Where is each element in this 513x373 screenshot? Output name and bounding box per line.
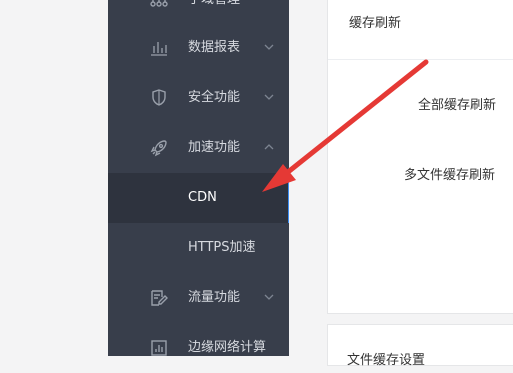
sidebar-item-label: 加速功能 bbox=[188, 140, 241, 155]
sidebar-item-edge-computing[interactable]: 边缘网络计算 bbox=[108, 323, 289, 373]
shield-icon bbox=[148, 87, 170, 109]
sidebar-item-label: 流量功能 bbox=[188, 290, 241, 305]
main-content: 缓存刷新 全部缓存刷新 多文件缓存刷新 文件缓存设置 bbox=[289, 0, 513, 368]
network-icon bbox=[148, 0, 170, 11]
multi-file-cache-refresh-label: 多文件缓存刷新 bbox=[404, 168, 496, 183]
chevron-down-icon bbox=[262, 40, 276, 54]
card-header: 缓存刷新 bbox=[328, 0, 513, 60]
sidebar-item-label: 边缘网络计算 bbox=[188, 340, 267, 355]
sidebar-subitem-https[interactable]: HTTPS加速 bbox=[108, 223, 289, 273]
sidebar-item-subdomain[interactable]: 子域管理 bbox=[108, 0, 289, 25]
chevron-down-icon bbox=[262, 90, 276, 104]
chevron-up-icon bbox=[262, 140, 276, 154]
card-title: 缓存刷新 bbox=[349, 16, 402, 31]
sidebar: 子域管理 数据报表 安全功能 加速功能 CDN HTTPS加速 bbox=[108, 0, 291, 356]
sidebar-item-traffic[interactable]: 流量功能 bbox=[108, 273, 289, 323]
sidebar-item-label: 安全功能 bbox=[188, 90, 241, 105]
sidebar-subitem-cdn[interactable]: CDN bbox=[108, 173, 291, 223]
edit-icon bbox=[148, 287, 170, 309]
bar-chart-icon bbox=[148, 37, 170, 59]
cache-refresh-card: 缓存刷新 全部缓存刷新 多文件缓存刷新 bbox=[327, 0, 513, 314]
sidebar-item-label: 数据报表 bbox=[188, 40, 241, 55]
sidebar-item-security[interactable]: 安全功能 bbox=[108, 73, 289, 123]
sidebar-subitem-label: HTTPS加速 bbox=[188, 240, 256, 255]
chevron-down-icon bbox=[262, 290, 276, 304]
card-title: 文件缓存设置 bbox=[347, 353, 426, 368]
sidebar-subitem-label: CDN bbox=[188, 190, 217, 205]
sidebar-item-acceleration[interactable]: 加速功能 bbox=[108, 123, 289, 173]
rocket-icon bbox=[148, 137, 170, 159]
sidebar-item-label: 子域管理 bbox=[188, 0, 240, 25]
sidebar-item-reports[interactable]: 数据报表 bbox=[108, 23, 289, 73]
file-cache-settings-card: 文件缓存设置 bbox=[327, 324, 513, 368]
full-cache-refresh-label: 全部缓存刷新 bbox=[418, 98, 497, 113]
